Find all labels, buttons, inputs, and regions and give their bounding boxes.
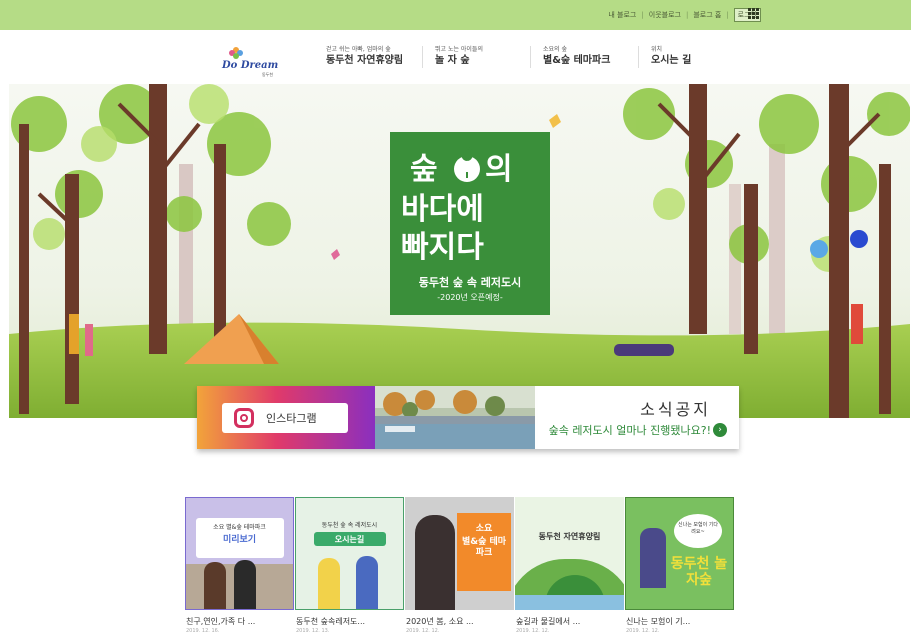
neighbor-blog-link[interactable]: 이웃블로그 — [649, 10, 681, 20]
thumb-caption: 동두천 숲 속 레저도시 — [321, 522, 378, 529]
post-date: 2019. 12. 12. — [516, 628, 550, 634]
flower-logo-icon — [229, 47, 243, 59]
instagram-icon — [234, 408, 254, 428]
nav-item-caption: 뛰고 노는 아이들의 — [435, 46, 483, 53]
notice-text: 숲속 레저도시 얼마나 진행됐나요?! — [548, 424, 711, 437]
post-date: 2019. 12. 16. — [186, 628, 220, 634]
thumb-caption: 소요 별&숲 테마파크 — [213, 524, 266, 531]
nav-item-label: 별&숲 테마파크 — [543, 55, 611, 66]
hero-title-line3: 빠지다 — [401, 230, 484, 265]
nav-item-label: 놀 자 숲 — [435, 55, 470, 66]
thumb-caption: 소요 — [475, 524, 493, 534]
post-date: 2019. 12. 12. — [406, 628, 440, 634]
post-thumbnail: 동두천 자연휴양림 — [515, 497, 624, 610]
logo-brand-text: Do Dream — [222, 60, 279, 71]
nav-item-label: 오시는 길 — [651, 55, 692, 66]
instagram-banner: 인스타그램 — [197, 386, 375, 449]
post-card[interactable]: 신나는 모험이 기다려요~ 동두천 놀자숲 신나는 모험이 기... 2019.… — [625, 497, 734, 634]
separator: | — [641, 11, 644, 19]
post-title: 친구,연인,가족 다 ... — [186, 617, 256, 626]
utility-links: 내 블로그 | 이웃블로그 | 블로그 홈 | 로그인 — [608, 8, 761, 22]
nav-item-label: 동두천 자연휴양림 — [326, 55, 404, 66]
notice-scene-image — [375, 386, 535, 449]
notice-title: 소식공지 — [640, 400, 711, 419]
nav-item-caption: 걷고 쉬는 아빠, 엄마의 숲 — [326, 46, 391, 53]
hero-title-line1b: 의 — [485, 152, 513, 187]
post-card[interactable]: 소요 별&숲 테마파크 2020년 봄, 소요 ... 2019. 12. 12… — [405, 497, 514, 634]
hero-title-line2: 바다에 — [401, 192, 484, 227]
post-card[interactable]: 동두천 자연휴양림 숲길과 물길에서 ... 2019. 12. 12. — [515, 497, 624, 634]
thumb-headline: 동두천 자연휴양림 — [538, 532, 601, 541]
my-blog-link[interactable]: 내 블로그 — [608, 10, 636, 20]
post-title: 2020년 봄, 소요 ... — [406, 617, 474, 626]
nav-item-theme-park[interactable]: 소요의 숲 별&숲 테마파크 — [530, 46, 638, 68]
nav-item-forest-retreat[interactable]: 걷고 쉬는 아빠, 엄마의 숲 동두천 자연휴양림 — [314, 46, 422, 68]
notice-banner[interactable]: 소식공지 숲속 레저도시 얼마나 진행됐나요?! › — [375, 386, 739, 449]
promo-strip: 인스타그램 소식공지 숲속 레저도시 얼마나 진행됐나요?! › — [197, 386, 739, 449]
hero-note: -2020년 오픈예정- — [437, 292, 503, 302]
thumb-headline: 동두천 놀자숲 — [670, 556, 728, 588]
logo-sub-text: 동두천 — [262, 72, 274, 77]
hero-subtitle: 동두천 숲 속 레저도시 — [419, 275, 522, 289]
nav-item-caption: 위치 — [651, 46, 663, 53]
dodream-logo[interactable]: Do Dream 동두천 — [222, 46, 279, 77]
post-title: 숲길과 물길에서 ... — [516, 617, 581, 626]
blog-home-link[interactable]: 블로그 홈 — [693, 10, 721, 20]
separator: | — [726, 11, 729, 19]
site-header: Do Dream 동두천 걷고 쉬는 아빠, 엄마의 숲 동두천 자연휴양림 뛰… — [0, 30, 911, 84]
chevron-right-icon[interactable]: › — [713, 423, 727, 437]
app-grid-icon[interactable] — [748, 8, 759, 19]
post-thumbnail: 소요 별&숲 테마파크 — [405, 497, 514, 610]
post-card[interactable]: 동두천 숲 속 레저도시 오시는길 동두천 숲속레저도... 2019. 12.… — [295, 497, 404, 634]
thumb-caption: 신나는 모험이 기다려요~ — [678, 522, 718, 535]
post-card[interactable]: 소요 별&숲 테마파크 미리보기 친구,연인,가족 다 ... 2019. 12… — [185, 497, 294, 634]
hero-title-line1a: 숲 — [410, 152, 438, 187]
post-date: 2019. 12. 12. — [626, 628, 660, 634]
post-title: 신나는 모험이 기... — [626, 617, 691, 626]
post-thumbnail: 소요 별&숲 테마파크 미리보기 — [185, 497, 294, 610]
post-title: 동두천 숲속레저도... — [296, 617, 366, 626]
nav-item-directions[interactable]: 위치 오시는 길 — [638, 46, 746, 68]
thumb-headline: 미리보기 — [222, 535, 257, 545]
post-thumbnail: 신나는 모험이 기다려요~ 동두천 놀자숲 — [625, 497, 734, 610]
instagram-label: 인스타그램 — [266, 412, 317, 425]
top-utility-bar: 내 블로그 | 이웃블로그 | 블로그 홈 | 로그인 — [0, 0, 911, 30]
separator: | — [685, 11, 689, 19]
post-thumbnail-list: 소요 별&숲 테마파크 미리보기 친구,연인,가족 다 ... 2019. 12… — [185, 497, 734, 634]
nav-item-caption: 소요의 숲 — [543, 46, 567, 53]
post-date: 2019. 12. 13. — [296, 628, 330, 634]
thumb-headline: 오시는길 — [334, 535, 365, 544]
hero-banner: 숲 의 바다에 빠지다 동두천 숲 속 레저도시 -2020년 오픈예정- — [9, 84, 910, 418]
thumb-headline: 별&숲 테마파크 — [461, 537, 507, 558]
instagram-button[interactable]: 인스타그램 — [222, 403, 348, 433]
post-thumbnail: 동두천 숲 속 레저도시 오시는길 — [295, 497, 404, 610]
main-navigation: 걷고 쉬는 아빠, 엄마의 숲 동두천 자연휴양림 뛰고 노는 아이들의 놀 자… — [314, 46, 746, 68]
nav-item-play-forest[interactable]: 뛰고 노는 아이들의 놀 자 숲 — [422, 46, 530, 68]
forest-illustration: 숲 의 바다에 빠지다 동두천 숲 속 레저도시 -2020년 오픈예정- — [9, 84, 910, 418]
